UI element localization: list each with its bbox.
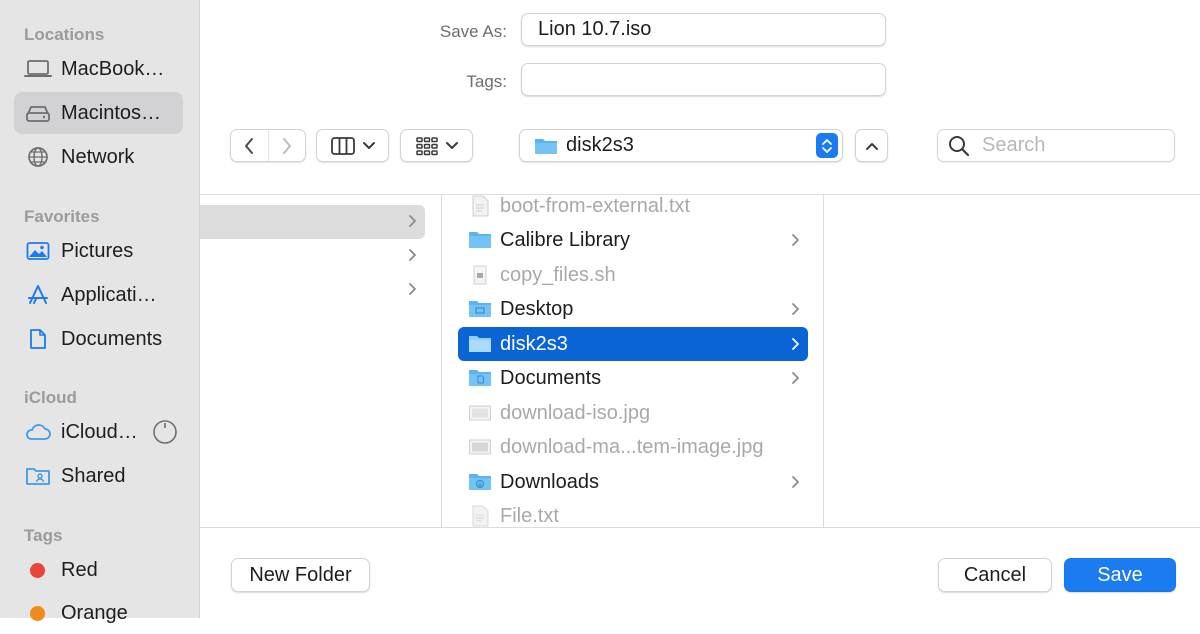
text-file-icon: [468, 195, 492, 218]
sidebar-item-label: iCloud…: [61, 420, 138, 443]
new-folder-button[interactable]: New Folder: [231, 558, 370, 592]
sidebar-heading-locations: Locations: [24, 25, 105, 44]
sidebar-item-label: Pictures: [61, 239, 134, 262]
sidebar-item-icloud-drive[interactable]: iCloud…: [14, 411, 183, 453]
sidebar-item-label: Orange: [61, 601, 128, 624]
parent-row[interactable]: [200, 239, 425, 273]
save-button[interactable]: Save: [1064, 558, 1176, 592]
red-tag-dot: [30, 562, 45, 578]
sidebar-item-label: Applicati…: [61, 283, 157, 306]
back-button[interactable]: [231, 130, 269, 161]
sidebar-item-shared[interactable]: Shared: [14, 455, 183, 497]
files-column: boot-from-external.txt Calibre Library c…: [442, 195, 824, 527]
sidebar-item-pictures[interactable]: Pictures: [14, 230, 183, 272]
folder-icon: [535, 138, 557, 154]
column-browser: boot-from-external.txt Calibre Library c…: [200, 194, 1200, 528]
sidebar-item-label: MacBook…: [61, 57, 165, 80]
chevron-right-icon: [792, 338, 799, 350]
script-file-icon: [468, 263, 492, 287]
file-row[interactable]: download-iso.jpg: [458, 396, 808, 430]
folder-row-selected[interactable]: disk2s3: [458, 327, 808, 361]
chevron-down-icon: [362, 141, 375, 149]
folder-row[interactable]: Downloads: [458, 465, 808, 499]
sync-progress-icon: [152, 419, 178, 445]
chevron-right-icon: [792, 303, 799, 315]
cancel-button[interactable]: Cancel: [938, 558, 1052, 592]
search-icon: [949, 135, 970, 156]
chevron-up-icon: [865, 142, 878, 150]
pictures-icon: [24, 239, 52, 263]
shared-folder-icon: [24, 464, 52, 488]
sidebar-item-label: Red: [61, 558, 98, 581]
folder-row[interactable]: Desktop: [458, 292, 808, 326]
location-popup[interactable]: disk2s3: [519, 129, 843, 162]
tags-field[interactable]: [521, 63, 886, 96]
sidebar-item-tag-orange[interactable]: Orange: [14, 592, 183, 634]
parent-column: [200, 195, 442, 527]
sidebar-item-documents[interactable]: Documents: [14, 318, 183, 360]
chevron-right-icon: [792, 372, 799, 384]
sidebar-heading-tags: Tags: [24, 526, 63, 545]
orange-tag-dot: [30, 605, 45, 621]
globe-icon: [24, 145, 52, 169]
chevron-right-icon: [282, 137, 291, 154]
sidebar-item-applications[interactable]: Applicati…: [14, 274, 183, 316]
view-mode-button[interactable]: [316, 129, 389, 162]
save-as-value: Lion 10.7.iso: [538, 18, 652, 40]
chevron-right-icon: [409, 249, 416, 261]
hard-drive-icon: [24, 101, 52, 125]
expand-collapse-button[interactable]: [855, 129, 888, 162]
back-forward-group: [230, 129, 306, 162]
location-name: disk2s3: [566, 134, 634, 156]
sidebar-item-label: Shared: [61, 464, 126, 487]
image-file-icon: [468, 401, 492, 425]
file-row[interactable]: boot-from-external.txt: [458, 195, 808, 223]
sidebar-item-macintosh-hd[interactable]: Macintos…: [14, 92, 183, 134]
columns-view-icon: [330, 136, 355, 155]
sidebar-item-label: Macintos…: [61, 101, 162, 124]
forward-button[interactable]: [269, 130, 306, 161]
save-as-field[interactable]: Lion 10.7.iso: [521, 13, 886, 46]
sidebar-heading-favorites: Favorites: [24, 207, 100, 226]
tags-label: Tags:: [466, 72, 507, 91]
cloud-icon: [24, 420, 52, 444]
chevron-right-icon: [792, 234, 799, 246]
sidebar-item-label: Documents: [61, 327, 163, 350]
file-row[interactable]: download-ma...tem-image.jpg: [458, 430, 808, 464]
group-by-button[interactable]: [400, 129, 473, 162]
file-row[interactable]: copy_files.sh: [458, 258, 808, 292]
save-as-label: Save As:: [439, 22, 507, 41]
sidebar-heading-icloud: iCloud: [24, 388, 77, 407]
grid-icon: [415, 136, 438, 155]
sidebar: Locations MacBook… Macintos… Network Fav…: [0, 0, 200, 624]
folder-row[interactable]: Documents: [458, 361, 808, 395]
parent-row[interactable]: [200, 273, 425, 307]
chevron-right-icon: [409, 215, 416, 227]
desktop-folder-icon: [468, 297, 492, 321]
sidebar-item-tag-red[interactable]: Red: [14, 549, 183, 591]
file-row[interactable]: File.txt: [458, 499, 808, 527]
downloads-folder-icon: [468, 470, 492, 494]
folder-icon: [468, 228, 492, 252]
documents-folder-icon: [468, 366, 492, 390]
chevron-right-icon: [792, 476, 799, 488]
chevron-left-icon: [245, 137, 254, 154]
preview-column: [824, 195, 1200, 527]
folder-icon: [468, 332, 492, 356]
chevron-right-icon: [409, 283, 416, 295]
sidebar-item-network[interactable]: Network: [14, 136, 183, 178]
document-icon: [24, 327, 52, 351]
sidebar-item-label: Network: [61, 145, 135, 168]
laptop-icon: [24, 57, 52, 81]
text-file-icon: [468, 504, 492, 527]
parent-row-selected[interactable]: [200, 205, 425, 239]
applications-icon: [24, 283, 52, 307]
image-file-icon: [468, 435, 492, 459]
folder-row[interactable]: Calibre Library: [458, 223, 808, 257]
search-field[interactable]: [937, 129, 1175, 162]
search-input[interactable]: [980, 133, 1160, 158]
chevron-down-icon: [445, 141, 458, 149]
sidebar-item-macbook[interactable]: MacBook…: [14, 48, 183, 90]
popup-stepper-icon: [816, 133, 838, 158]
